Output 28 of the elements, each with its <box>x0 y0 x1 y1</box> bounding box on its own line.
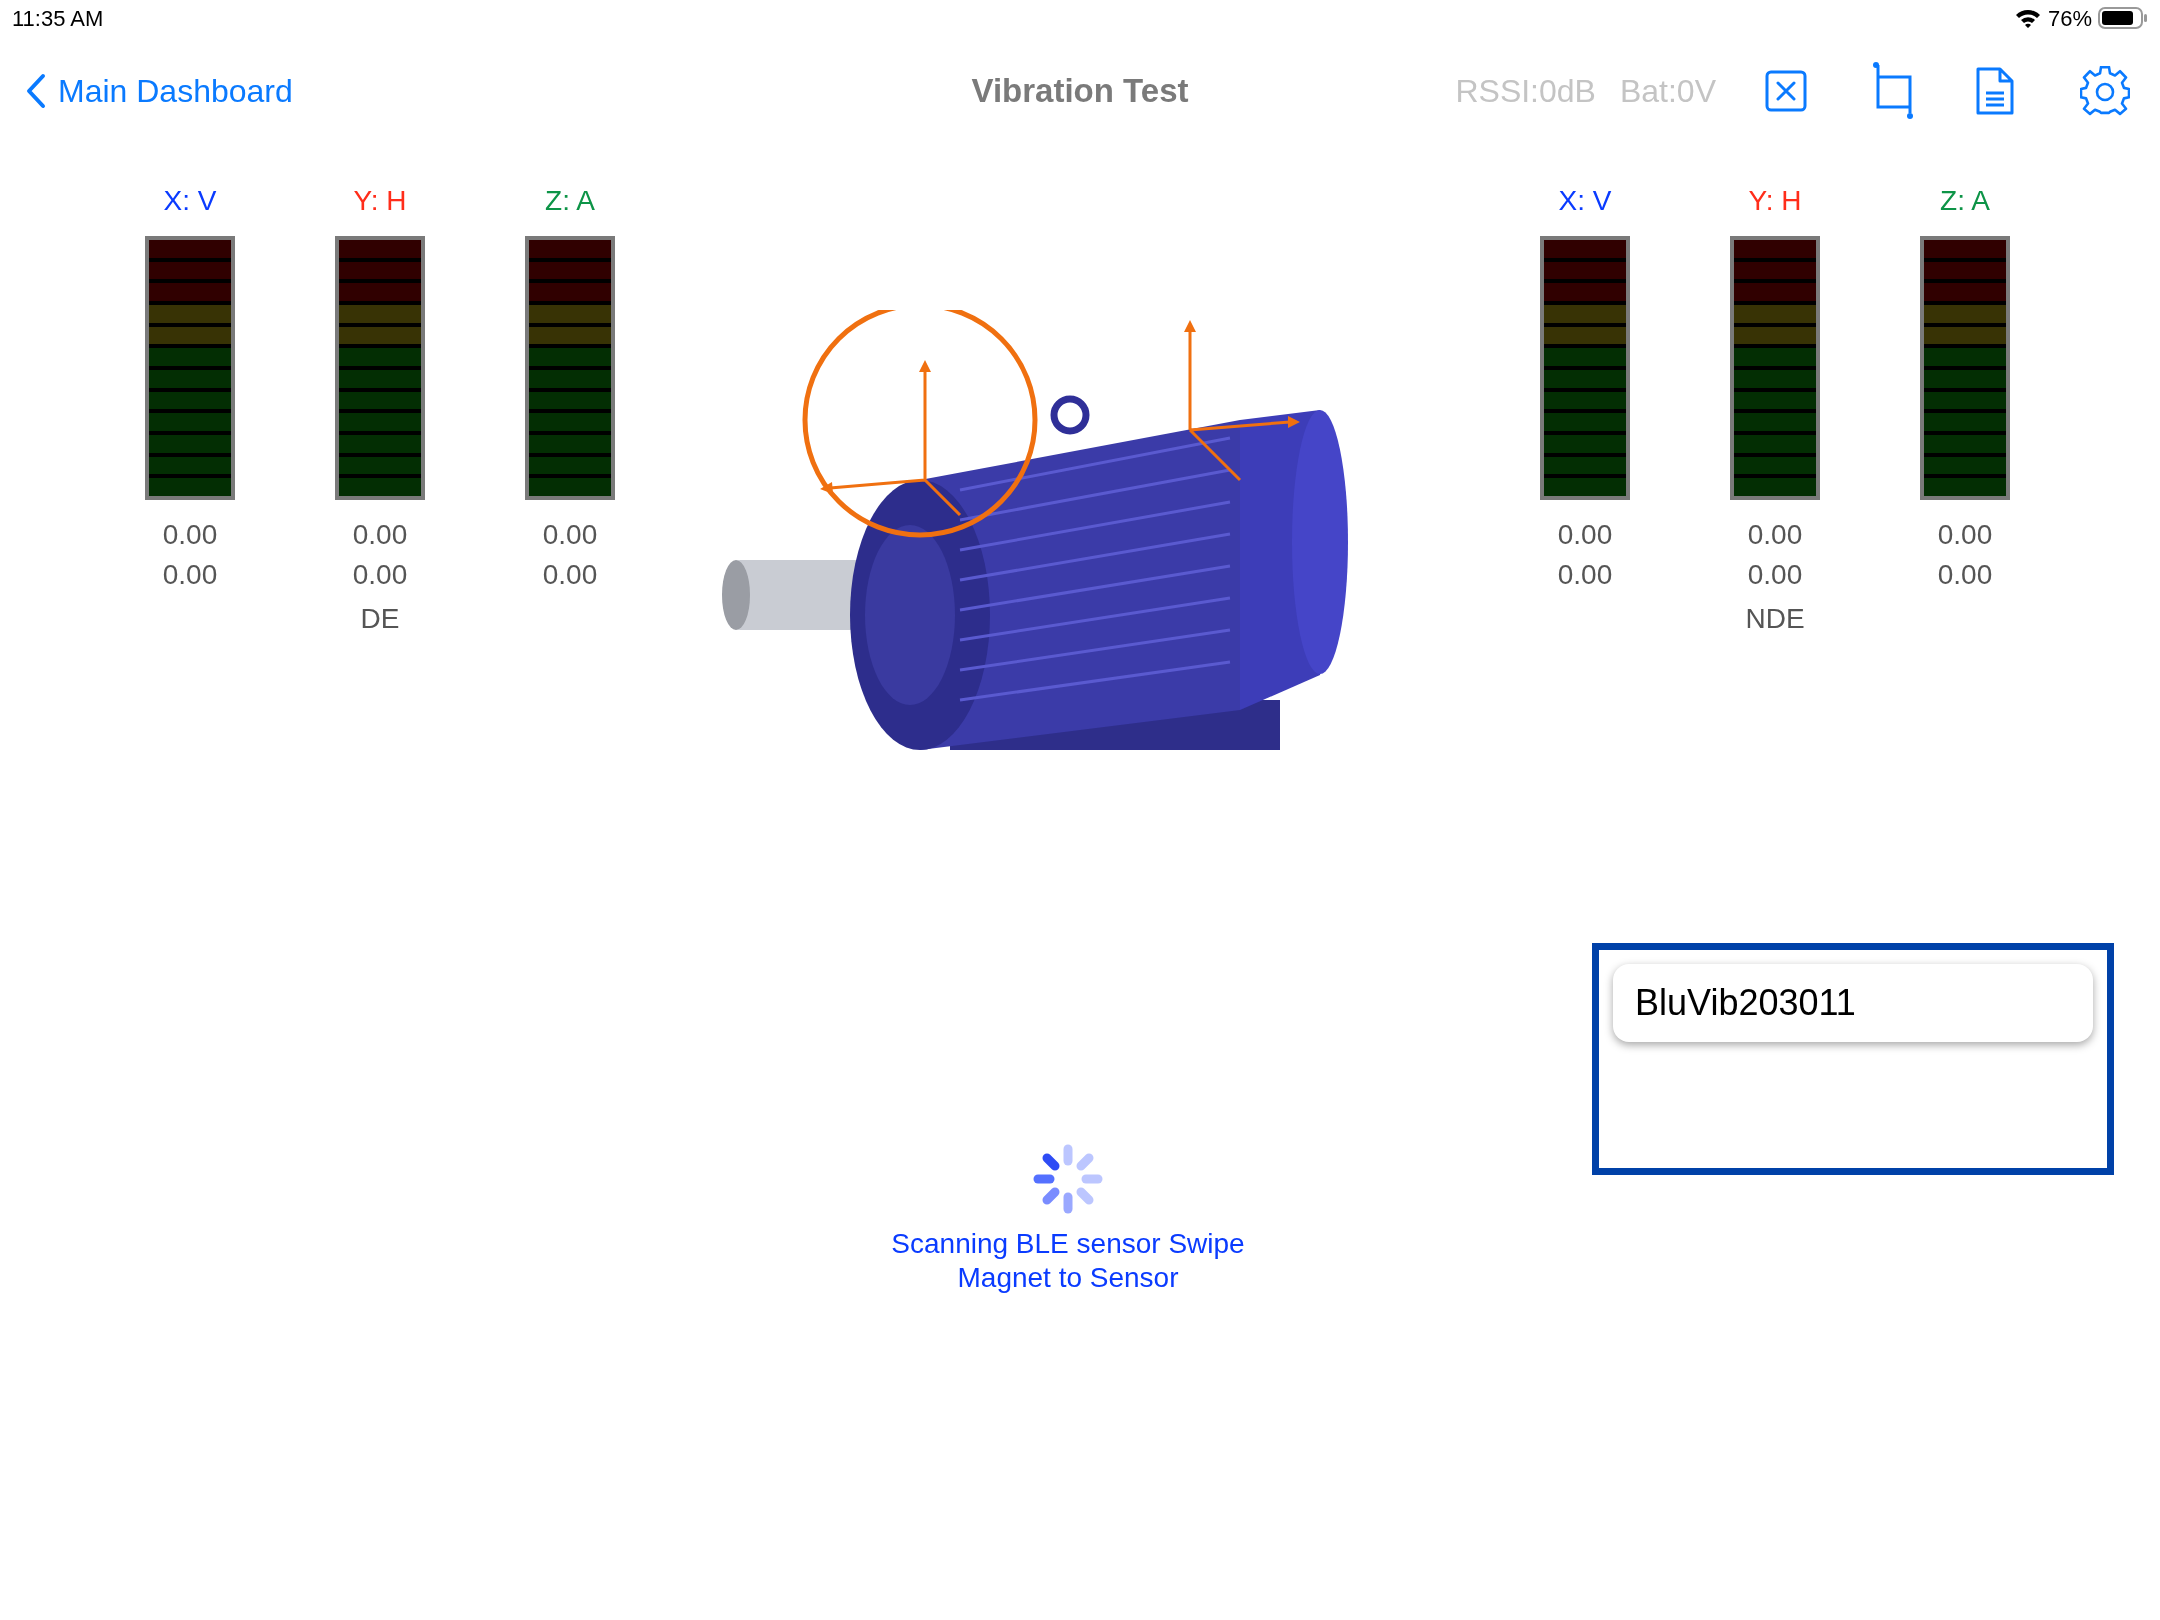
axis-label: Z: A <box>545 184 595 218</box>
reading-value: 0.00 <box>542 518 598 552</box>
status-time: 11:35 AM <box>12 4 104 33</box>
scanning-message: Scanning BLE sensor Swipe Magnet to Sensor <box>890 1227 1246 1295</box>
reading-value: 0.00 <box>542 558 598 592</box>
reading-value: 0.00 <box>1557 518 1613 552</box>
reading-value: 0.00 <box>352 518 408 552</box>
reading-value: 0.00 <box>162 518 218 552</box>
battery-voltage: Bat:0V <box>1619 72 1716 111</box>
axis-label: X: V <box>163 184 217 218</box>
reading-value: 0.00 <box>162 558 218 592</box>
sensor-position-label: NDE <box>1745 602 1805 636</box>
page-title: Vibration Test <box>970 71 1190 112</box>
rssi-reading: RSSI:0dB <box>1455 72 1596 111</box>
axis-label: Y: H <box>353 184 407 218</box>
reading-value: 0.00 <box>1557 558 1613 592</box>
reading-value: 0.00 <box>1747 558 1803 592</box>
reading-value: 0.00 <box>1937 558 1993 592</box>
axis-label: Z: A <box>1940 184 1990 218</box>
axis-label: Y: H <box>1748 184 1802 218</box>
device-item[interactable]: BluVib203011 <box>1613 964 2093 1042</box>
reading-value: 0.00 <box>352 558 408 592</box>
reading-value: 0.00 <box>1747 518 1803 552</box>
reading-value: 0.00 <box>1937 518 1993 552</box>
battery-percent: 76% <box>2047 4 2092 33</box>
back-link[interactable]: Main Dashboard <box>0 67 293 115</box>
sensor-position-label: DE <box>360 602 400 636</box>
axis-label: X: V <box>1558 184 1612 218</box>
